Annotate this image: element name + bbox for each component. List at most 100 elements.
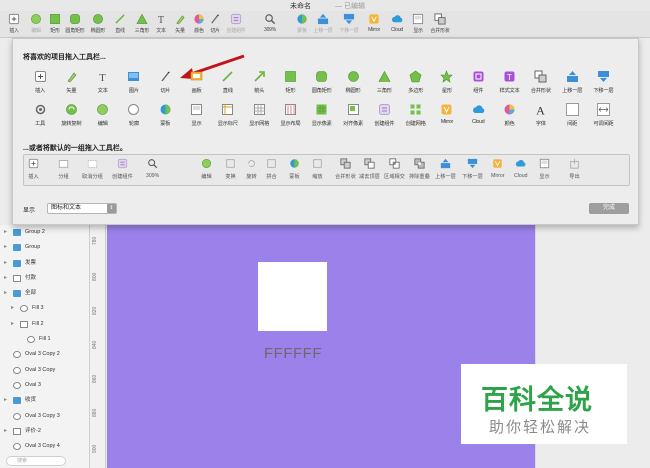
layer-name: Group 2 bbox=[25, 229, 45, 235]
palette-item[interactable]: 可调间距 bbox=[588, 103, 618, 131]
toolbar-item-label: 显示 bbox=[413, 28, 423, 34]
layer-row[interactable]: ▸ 收货 bbox=[0, 393, 89, 408]
ruler-tick-label: 860 bbox=[92, 374, 98, 383]
palette-item[interactable]: 椭圆形 bbox=[338, 70, 368, 98]
layer-row[interactable]: ▸ 全部 bbox=[0, 286, 89, 301]
palette-item[interactable]: 间距 bbox=[557, 103, 587, 131]
palette-item[interactable]: 箭头 bbox=[244, 70, 274, 98]
layer-row[interactable]: ▸ 付款 bbox=[0, 271, 89, 286]
palette-item[interactable]: 上移一层 bbox=[557, 70, 587, 98]
palette-item[interactable]: 矩形 bbox=[275, 70, 305, 98]
toolbar-item[interactable]: 直线 bbox=[108, 12, 132, 37]
layer-row[interactable]: Oval 3 Copy 2 bbox=[0, 347, 89, 362]
palette-item[interactable]: 旋转复制 bbox=[56, 103, 86, 131]
disclosure-icon[interactable]: ▸ bbox=[11, 317, 14, 332]
layer-search-input[interactable]: 搜索 bbox=[6, 456, 66, 466]
palette-item[interactable]: 画板 bbox=[182, 70, 212, 98]
palette-item[interactable]: 蒙板 bbox=[150, 103, 180, 131]
disclosure-icon[interactable]: ▸ bbox=[4, 240, 7, 255]
forward-icon bbox=[440, 158, 451, 169]
layer-name: 评价-2 bbox=[25, 427, 41, 434]
toolbar-item[interactable]: 合并形状 bbox=[428, 12, 452, 37]
layer-row[interactable]: Oval 3 bbox=[0, 378, 89, 393]
palette-item[interactable]: T 样式文本 bbox=[495, 70, 525, 98]
white-rectangle[interactable] bbox=[258, 262, 327, 331]
palette-item[interactable]: 显示 bbox=[182, 103, 212, 131]
palette-item[interactable]: 星形 bbox=[432, 70, 462, 98]
disclosure-icon[interactable]: ▸ bbox=[4, 286, 7, 301]
layer-row[interactable]: ▸ Fill 3 bbox=[0, 301, 89, 316]
default-set-label: 缩放 bbox=[312, 174, 323, 180]
toolbar-item[interactable]: 插入 bbox=[2, 12, 26, 37]
palette-item[interactable]: 直线 bbox=[213, 70, 243, 98]
toolbar-item[interactable]: 309% bbox=[258, 12, 282, 37]
default-set-item: 分组 bbox=[58, 158, 69, 186]
text-style-icon: T bbox=[503, 70, 516, 83]
done-button[interactable]: 完成 bbox=[589, 203, 629, 214]
palette-item[interactable]: T 文本 bbox=[88, 70, 118, 98]
layer-row[interactable]: ▸ 发票 bbox=[0, 256, 89, 271]
plus-icon bbox=[8, 13, 20, 25]
palette-item[interactable]: 圆角矩形 bbox=[307, 70, 337, 98]
disclosure-icon[interactable]: ▸ bbox=[4, 424, 7, 439]
palette-item[interactable]: A 字体 bbox=[526, 103, 556, 131]
palette-item-label: 组件 bbox=[473, 88, 484, 94]
palette-item[interactable]: 显示像素 bbox=[307, 103, 337, 131]
layer-name: Oval 3 Copy 4 bbox=[25, 443, 60, 450]
palette-item[interactable]: Cloud bbox=[463, 103, 493, 131]
disclosure-icon[interactable]: ▸ bbox=[4, 225, 7, 240]
view-icon bbox=[412, 13, 424, 25]
layer-row[interactable]: Fill 1 bbox=[0, 332, 89, 347]
palette-item[interactable]: 创建组件 bbox=[369, 103, 399, 131]
layer-row[interactable]: ▸ Group bbox=[0, 240, 89, 255]
default-toolbar-set[interactable]: 插入 分组 取消分组 创建组件 309% 编辑 变换 旋转 拼合 蒙板 缩放 合并形状 减去顶层 区域相交… bbox=[23, 154, 630, 186]
arrow-icon bbox=[253, 70, 266, 83]
layer-row[interactable]: ▸ Fill 2 bbox=[0, 317, 89, 332]
palette-item[interactable]: 下移一层 bbox=[588, 70, 618, 98]
toolbar-item[interactable]: 显示 bbox=[406, 12, 430, 37]
disclosure-icon[interactable]: ▸ bbox=[4, 256, 7, 271]
toolbar-item[interactable]: 创建组件 bbox=[224, 12, 248, 37]
show-select[interactable]: 图标和文本 ⇕ bbox=[47, 203, 117, 214]
toolbar-item[interactable]: Mirror bbox=[362, 12, 386, 37]
layer-row[interactable]: ▸ 评价-2 bbox=[0, 424, 89, 439]
toolbar-item[interactable]: 椭圆形 bbox=[86, 12, 110, 37]
toolbar-item[interactable]: 圆角矩形 bbox=[63, 12, 87, 37]
toolbar-item[interactable]: 上移一层 bbox=[311, 12, 335, 37]
layer-name: 全部 bbox=[25, 290, 37, 297]
palette-item[interactable]: 显示布局 bbox=[275, 103, 305, 131]
palette-item[interactable]: 显示标尺 bbox=[213, 103, 243, 131]
palette-item[interactable]: 三角形 bbox=[369, 70, 399, 98]
vector-icon bbox=[65, 70, 78, 83]
palette-item[interactable]: 创建网格 bbox=[401, 103, 431, 131]
palette-item[interactable]: 显示网格 bbox=[244, 103, 274, 131]
default-set-label: 区域相交 bbox=[384, 174, 405, 180]
palette-item[interactable]: 组件 bbox=[463, 70, 493, 98]
layer-row[interactable]: ▸ Group 2 bbox=[0, 225, 89, 240]
palette-item[interactable]: 插入 bbox=[25, 70, 55, 98]
palette-item[interactable]: 图片 bbox=[119, 70, 149, 98]
palette-item[interactable]: 颜色 bbox=[495, 103, 525, 131]
shape-icon bbox=[27, 336, 35, 344]
backward-icon bbox=[343, 13, 355, 25]
palette-item[interactable]: 轮廓 bbox=[119, 103, 149, 131]
palette-item[interactable]: 多边形 bbox=[401, 70, 431, 98]
union-icon bbox=[340, 158, 351, 169]
palette-item[interactable]: 工具 bbox=[25, 103, 55, 131]
palette-item-label: 星形 bbox=[441, 88, 452, 94]
disclosure-icon[interactable]: ▸ bbox=[4, 393, 7, 408]
palette-item[interactable]: 切片 bbox=[150, 70, 180, 98]
layer-row[interactable]: Oval 3 Copy 3 bbox=[0, 409, 89, 424]
layer-row[interactable]: Oval 3 Copy bbox=[0, 363, 89, 378]
disclosure-icon[interactable]: ▸ bbox=[11, 301, 14, 316]
text-icon: T bbox=[155, 13, 167, 26]
disclosure-icon[interactable]: ▸ bbox=[4, 271, 7, 286]
layer-row[interactable]: Oval 3 Copy 4 bbox=[0, 439, 89, 454]
palette-item[interactable]: 对齐像素 bbox=[338, 103, 368, 131]
palette-item[interactable]: 编辑 bbox=[88, 103, 118, 131]
palette-item[interactable]: Mirror bbox=[432, 103, 462, 131]
palette-item[interactable]: 合并形状 bbox=[526, 70, 556, 98]
toolbar-item[interactable]: 下移一层 bbox=[337, 12, 361, 37]
palette-item-label: 圆角矩形 bbox=[311, 88, 332, 94]
palette-item[interactable]: 矢量 bbox=[56, 70, 86, 98]
